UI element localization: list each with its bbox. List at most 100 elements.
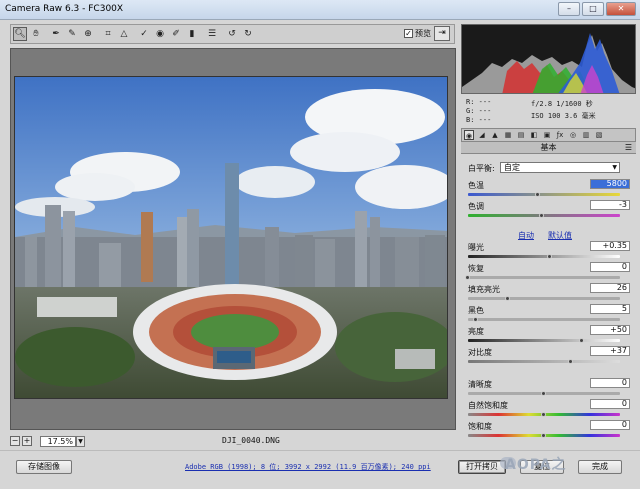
clarity-field[interactable]: 0 [590,378,630,388]
tint-thumb[interactable] [539,213,545,218]
title-bar: Camera Raw 6.3 - FC300X – □ ✕ [0,0,640,20]
blacks-label: 黑色 [468,306,484,315]
camera-calibration-tab-icon[interactable]: ◎ [568,130,578,140]
vibrance-thumb[interactable] [541,412,546,417]
presets-tab-icon[interactable]: ▥ [581,130,591,140]
rotate-cw-icon[interactable]: ↻ [241,27,255,41]
adjustment-brush-tool-icon[interactable]: ✐ [169,27,183,41]
fill-light-slider[interactable] [468,297,620,300]
straighten-tool-icon[interactable]: △ [117,27,131,41]
exposure-thumb[interactable] [547,254,553,259]
tone-curve-tab-icon[interactable]: ◢ [477,130,487,140]
contrast-field[interactable]: +37 [590,346,630,356]
target-adjust-tool-icon[interactable]: ⊕ [81,27,95,41]
blacks-field[interactable]: 5 [590,304,630,314]
effects-tab-icon[interactable]: ▣ [542,130,552,140]
fill-light-field[interactable]: 26 [590,283,630,293]
adjustments-panel: R: --- G: --- B: --- f/2.8 1/1600 秒 ISO … [458,22,638,447]
camera-info: R: --- G: --- B: --- f/2.8 1/1600 秒 ISO … [461,97,636,126]
blacks-slider[interactable] [468,318,620,321]
fill-light-thumb[interactable] [504,296,510,301]
stadium-photo [15,77,447,398]
zoom-out-button[interactable]: − [10,436,20,446]
split-toning-tab-icon[interactable]: ▤ [516,130,526,140]
panel-tabs: ◉ ◢ ▲ ▦ ▤ ◧ ▣ ƒx ◎ ▥ ▧ [461,128,636,142]
vibrance-field[interactable]: 0 [590,399,630,409]
brightness-slider[interactable] [468,339,620,342]
close-button[interactable]: ✕ [606,2,636,16]
white-balance-tool-icon[interactable]: ✒︎ [49,27,63,41]
preferences-icon[interactable]: ☰ [205,27,219,41]
chevron-down-icon: ▼ [612,164,617,171]
hsl-tab-icon[interactable]: ▦ [503,130,513,140]
blue-readout: B: --- [466,116,492,124]
brightness-thumb[interactable] [579,338,584,343]
rotate-ccw-icon[interactable]: ↺ [225,27,239,41]
temperature-label: 色温 [468,181,484,190]
brightness-label: 亮度 [468,327,484,336]
graduated-filter-tool-icon[interactable]: ▮ [185,27,199,41]
recovery-field[interactable]: 0 [590,262,630,272]
tint-field[interactable]: -3 [590,200,630,210]
panel-menu-icon[interactable]: ☰ [625,142,632,153]
tool-bar: 🔍︎ ✋︎ ✒︎ ✎ ⊕ ⌗ △ ✓ ◉ ✐ ▮ ☰ ↺ ↻ [10,24,455,44]
zoom-tool-icon[interactable]: 🔍︎ [13,27,27,41]
preview-toggle[interactable]: ✓ 预览 [404,28,431,39]
blacks-thumb[interactable] [472,317,478,322]
contrast-slider[interactable] [468,360,620,363]
spot-removal-tool-icon[interactable]: ✓ [137,27,151,41]
clarity-thumb[interactable] [541,391,546,396]
exposure-slider[interactable] [468,255,620,258]
red-readout: R: --- [466,98,492,106]
detail-tab-icon[interactable]: ▲ [490,130,500,140]
exposure-info: f/2.8 1/1600 秒 [531,100,593,108]
crop-tool-icon[interactable]: ⌗ [101,27,115,41]
red-eye-tool-icon[interactable]: ◉ [153,27,167,41]
exposure-label: 曝光 [468,243,484,252]
basic-tab-icon[interactable]: ◉ [464,130,474,140]
snapshots-tab-icon[interactable]: ▧ [594,130,604,140]
fx-tab-icon[interactable]: ƒx [555,130,565,140]
default-link[interactable]: 默认值 [548,230,572,241]
temperature-thumb[interactable] [534,192,540,197]
workflow-options-link[interactable]: Adobe RGB (1998); 8 位; 3992 x 2992 (11.9… [185,462,431,472]
zoom-in-button[interactable]: + [22,436,32,446]
panel-title: 基本 ☰ [461,142,636,154]
minimize-button[interactable]: – [558,2,580,16]
auto-link[interactable]: 自动 [518,230,534,241]
white-balance-label: 白平衡: [468,164,495,173]
saturation-field[interactable]: 0 [590,420,630,430]
saturation-thumb[interactable] [541,433,546,438]
brightness-field[interactable]: +50 [590,325,630,335]
recovery-thumb[interactable] [465,275,470,280]
zoom-level-field[interactable]: 17.5% [40,435,76,447]
contrast-label: 对比度 [468,348,492,357]
maximize-button[interactable]: □ [582,2,604,16]
photo-preview [14,76,448,399]
white-balance-value: 自定 [504,163,520,172]
fill-light-label: 填充亮光 [468,285,500,294]
iso-info: ISO 100 3.6 毫米 [531,112,596,120]
window-title: Camera Raw 6.3 - FC300X [5,4,124,14]
hand-tool-icon[interactable]: ✋︎ [29,27,43,41]
fullscreen-icon[interactable]: ⇥ [434,26,450,41]
histogram [461,24,636,94]
exposure-field[interactable]: +0.35 [590,241,630,251]
preview-checkbox[interactable]: ✓ [404,29,413,38]
open-copy-button[interactable]: 打开拷贝 [458,460,506,474]
white-balance-select[interactable]: 自定 ▼ [500,162,620,173]
clarity-label: 清晰度 [468,380,492,389]
canvas-status-bar: − + 17.5% ▼ DJI_0040.DNG [10,434,456,448]
lens-corrections-tab-icon[interactable]: ◧ [529,130,539,140]
tint-label: 色调 [468,202,484,211]
done-button[interactable]: 完成 [578,460,622,474]
color-sampler-tool-icon[interactable]: ✎ [65,27,79,41]
temperature-slider[interactable] [468,193,620,196]
temperature-field[interactable]: 5800 [590,179,630,189]
save-image-button[interactable]: 存储图像 [16,460,72,474]
recovery-slider[interactable] [468,276,620,279]
filename-label: DJI_0040.DNG [222,436,280,445]
green-readout: G: --- [466,107,492,115]
zoom-dropdown-icon[interactable]: ▼ [76,435,85,447]
contrast-thumb[interactable] [568,359,574,364]
